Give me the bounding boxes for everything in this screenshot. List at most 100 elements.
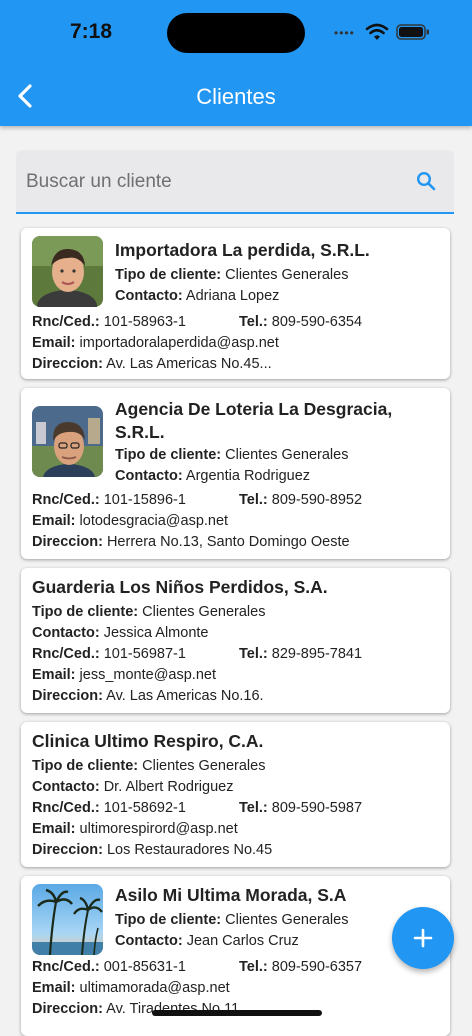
client-card[interactable]: Guarderia Los Niños Perdidos, S.A. Tipo …	[21, 568, 450, 713]
client-rnc-label: Rnc/Ced.:	[32, 492, 100, 508]
client-contact-label: Contacto:	[32, 779, 100, 795]
client-phone-label: Tel.:	[239, 492, 268, 508]
client-type: Tipo de cliente: Clientes Generales	[32, 604, 265, 620]
client-contact-value: Argentia Rodriguez	[185, 468, 311, 484]
client-card[interactable]: Importadora La perdida, S.R.L. Tipo de c…	[21, 228, 450, 379]
client-address-label: Direccion:	[32, 1001, 103, 1017]
client-type-value: Clientes Generales	[142, 604, 266, 620]
client-phone-label: Tel.:	[239, 646, 268, 662]
client-phone: Tel.: 809-590-6354	[239, 314, 362, 330]
client-phone: Tel.: 809-590-8952	[239, 492, 362, 508]
client-email-label: Email:	[32, 821, 76, 837]
client-address-label: Direccion:	[32, 356, 103, 372]
client-email-label: Email:	[32, 513, 76, 529]
home-indicator	[152, 1010, 322, 1016]
client-phone: Tel.: 809-590-6357	[239, 959, 362, 975]
client-rnc-value: 101-58963-1	[103, 314, 186, 330]
add-client-button[interactable]	[392, 907, 454, 969]
client-type-label: Tipo de cliente:	[115, 912, 222, 928]
client-email: Email: ultimorespirord@asp.net	[32, 821, 238, 837]
client-email-value: importadoralaperdida@asp.net	[79, 335, 279, 351]
wifi-icon	[365, 23, 389, 40]
client-phone-value: 809-590-8952	[271, 492, 363, 508]
client-contact-label: Contacto:	[32, 625, 100, 641]
client-name: Guarderia Los Niños Perdidos, S.A.	[32, 577, 328, 597]
client-type-value: Clientes Generales	[225, 267, 349, 283]
search-field[interactable]	[16, 150, 454, 214]
client-avatar	[32, 884, 103, 955]
client-contact: Contacto: Jessica Almonte	[32, 625, 208, 641]
client-address-value: Los Restauradores No.45	[106, 842, 273, 858]
client-contact: Contacto: Argentia Rodriguez	[115, 468, 310, 484]
client-contact: Contacto: Jean Carlos Cruz	[115, 933, 299, 949]
client-name: Importadora La perdida, S.R.L.	[115, 240, 370, 260]
client-type-label: Tipo de cliente:	[115, 447, 222, 463]
client-rnc-value: 101-58692-1	[103, 800, 186, 816]
client-email-value: ultimorespirord@asp.net	[79, 821, 238, 837]
client-contact-value: Jessica Almonte	[103, 625, 209, 641]
client-name: Asilo Mi Ultima Morada, S.A	[115, 885, 347, 905]
client-rnc: Rnc/Ced.: 101-56987-1	[32, 646, 186, 662]
client-address-label: Direccion:	[32, 688, 103, 704]
app-bar: 7:18 •••• Clientes	[0, 0, 472, 126]
client-address: Direccion: Herrera No.13, Santo Domingo …	[32, 534, 350, 550]
client-type-label: Tipo de cliente:	[32, 758, 139, 774]
client-phone-value: 829-895-7841	[271, 646, 363, 662]
client-email-value: jess_monte@asp.net	[79, 667, 216, 683]
client-phone-value: 809-590-6357	[271, 959, 363, 975]
client-phone: Tel.: 829-895-7841	[239, 646, 362, 662]
client-rnc-label: Rnc/Ced.:	[32, 314, 100, 330]
client-contact-value: Jean Carlos Cruz	[186, 933, 299, 949]
client-contact-label: Contacto:	[115, 468, 183, 484]
client-address: Direccion: Av. Las Americas No.16.	[32, 688, 264, 704]
client-email-label: Email:	[32, 667, 76, 683]
client-contact: Contacto: Adriana Lopez	[115, 288, 279, 304]
client-card[interactable]: Clinica Ultimo Respiro, C.A. Tipo de cli…	[21, 722, 450, 867]
client-phone-value: 809-590-5987	[271, 800, 363, 816]
search-icon[interactable]	[415, 170, 437, 192]
client-address: Direccion: Av. Las Americas No.45...	[32, 356, 272, 372]
client-type-value: Clientes Generales	[225, 912, 349, 928]
client-name: Clinica Ultimo Respiro, C.A.	[32, 731, 264, 751]
client-type-label: Tipo de cliente:	[115, 267, 222, 283]
client-phone-value: 809-590-6354	[271, 314, 363, 330]
client-address-value: Herrera No.13, Santo Domingo Oeste	[106, 534, 350, 550]
search-input[interactable]	[24, 162, 408, 202]
client-rnc-value: 101-15896-1	[103, 492, 186, 508]
client-rnc: Rnc/Ced.: 101-58963-1	[32, 314, 186, 330]
client-type: Tipo de cliente: Clientes Generales	[115, 912, 348, 928]
client-rnc-label: Rnc/Ced.:	[32, 646, 100, 662]
client-avatar	[32, 236, 103, 307]
client-rnc-value: 101-56987-1	[103, 646, 186, 662]
client-type: Tipo de cliente: Clientes Generales	[32, 758, 265, 774]
client-type: Tipo de cliente: Clientes Generales	[115, 267, 348, 283]
client-rnc: Rnc/Ced.: 101-15896-1	[32, 492, 186, 508]
client-type: Tipo de cliente: Clientes Generales	[115, 447, 348, 463]
client-contact-label: Contacto:	[115, 933, 183, 949]
page-title: Clientes	[196, 84, 276, 109]
client-phone-label: Tel.:	[239, 959, 268, 975]
client-contact-value: Adriana Lopez	[185, 288, 280, 304]
client-type-label: Tipo de cliente:	[32, 604, 139, 620]
dynamic-island	[167, 13, 305, 53]
client-address-label: Direccion:	[32, 842, 103, 858]
client-type-value: Clientes Generales	[142, 758, 266, 774]
signal-dots-icon: ••••	[334, 26, 355, 40]
client-contact: Contacto: Dr. Albert Rodriguez	[32, 779, 233, 795]
client-email-value: ultimamorada@asp.net	[79, 980, 230, 996]
client-card[interactable]: Agencia De Loteria La Desgracia, S.R.L. …	[21, 388, 450, 559]
client-email: Email: ultimamorada@asp.net	[32, 980, 230, 996]
client-phone: Tel.: 809-590-5987	[239, 800, 362, 816]
plus-icon	[413, 928, 433, 948]
client-avatar	[32, 406, 103, 477]
client-name-line-1: Agencia De Loteria La Desgracia,	[115, 399, 393, 419]
client-rnc: Rnc/Ced.: 101-58692-1	[32, 800, 186, 816]
client-address: Direccion: Los Restauradores No.45	[32, 842, 272, 858]
client-address-value: Av. Las Americas No.16.	[106, 688, 264, 704]
client-rnc: Rnc/Ced.: 001-85631-1	[32, 959, 186, 975]
client-rnc-value: 001-85631-1	[103, 959, 186, 975]
client-email: Email: importadoralaperdida@asp.net	[32, 335, 279, 351]
client-type-value: Clientes Generales	[225, 447, 349, 463]
client-email-label: Email:	[32, 335, 76, 351]
client-name: Agencia De Loteria La Desgracia, S.R.L.	[115, 398, 392, 444]
